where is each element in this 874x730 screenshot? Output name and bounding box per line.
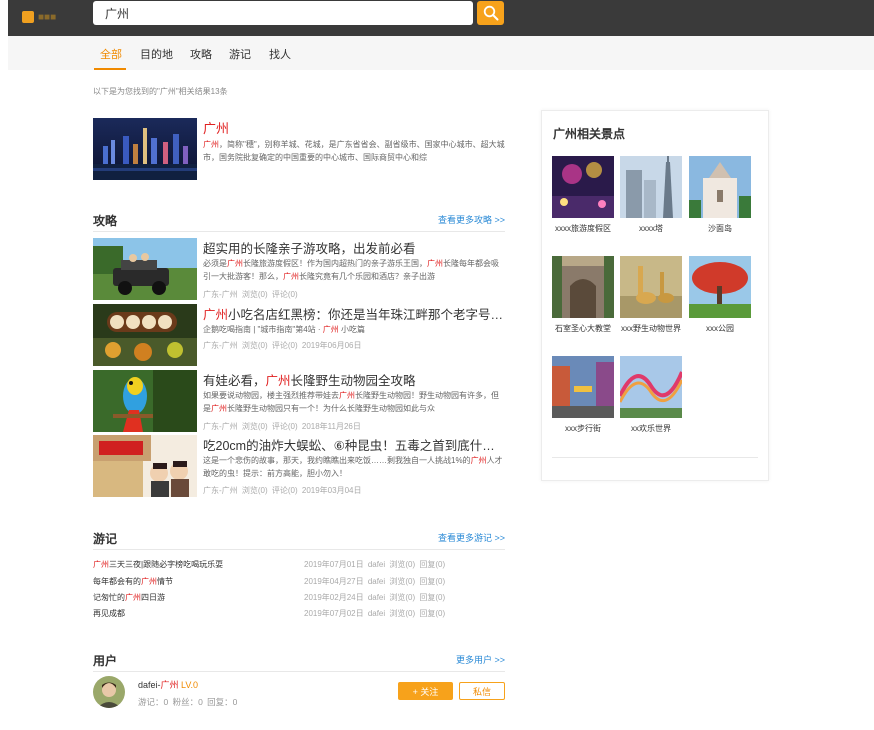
guide-description: 如果要说动物园，楼主强烈推荐带娃去广州长隆野生动物园！野生动物园有许多，但是广州…	[203, 391, 499, 413]
notes-section-title: 游记	[93, 532, 118, 546]
spot-card[interactable]: 石室圣心大教堂	[552, 256, 614, 335]
notes-section-header: 游记 查看更多游记 >>	[93, 528, 505, 550]
result-summary: 以下是为您找到的"广州"相关结果13条	[93, 87, 228, 96]
guide-thumbnail[interactable]	[93, 370, 197, 432]
related-spots-panel: 广州相关景点 xxxx旅游度假区 xxxx塔 沙面岛 石室圣心大教堂 xxx野生…	[541, 110, 769, 481]
spot-name[interactable]: xxx公园	[689, 322, 751, 335]
site-logo[interactable]: ■■■	[22, 10, 72, 24]
guide-thumbnail[interactable]	[93, 238, 197, 300]
spot-name[interactable]: xxxx塔	[620, 222, 682, 235]
spot-name[interactable]: 石室圣心大教堂	[552, 322, 614, 335]
avatar[interactable]	[93, 676, 125, 708]
spot-card[interactable]: xxx步行街	[552, 356, 614, 435]
search-input[interactable]	[93, 1, 473, 25]
guide-item[interactable]: 有娃必看，广州长隆野生动物园全攻略 如果要说动物园，楼主强烈推荐带娃去广州长隆野…	[93, 370, 505, 432]
guide-item[interactable]: 超实用的长隆亲子游攻略，出发前必看 必须是广州长隆旅游度假区！作为国内超热门的亲…	[93, 238, 505, 300]
note-title[interactable]: 广州三天三夜|跟随必字榜吃喝玩乐耍	[93, 559, 223, 570]
guides-section-title: 攻略	[93, 214, 118, 228]
follow-button[interactable]: + 关注	[398, 682, 453, 700]
spot-card[interactable]: xxxx旅游度假区	[552, 156, 614, 235]
guide-item[interactable]: 广州小吃名店红黑榜：你还是当年珠江畔那个老字号吗？ 企鹅吃喝指南 | "城市指南…	[93, 304, 505, 366]
related-spots-title: 广州相关景点	[553, 127, 626, 141]
note-row[interactable]: 每年都会有的广州情节 2019年04月27日 dafei 浏览(0) 回复(0)	[93, 576, 505, 589]
logo-icon	[22, 11, 34, 23]
guide-description: 这是一个悲伤的故事，那天，我约瞧瞧出来吃饭……剩我独自一人挑战1%的广州人才敢吃…	[203, 456, 503, 478]
note-title[interactable]: 再见成都	[93, 608, 125, 619]
guide-meta: 广东-广州 浏览(0) 评论(0) 2019年06月06日	[203, 341, 362, 350]
tab-all[interactable]: 全部	[100, 46, 122, 62]
note-meta: 2019年07月01日 dafei 浏览(0) 回复(0)	[304, 560, 446, 569]
tab-users[interactable]: 找人	[269, 46, 291, 62]
search-icon	[483, 5, 498, 21]
guide-title[interactable]: 吃20cm的油炸大蜈蚣、⑥种昆虫！五毒之首到底什么味道？	[203, 435, 505, 454]
guide-title[interactable]: 广州小吃名店红黑榜：你还是当年珠江畔那个老字号吗？	[203, 304, 505, 323]
keyword-highlight: 广州	[203, 140, 219, 149]
note-row[interactable]: 再见成都 2019年07月02日 dafei 浏览(0) 回复(0)	[93, 608, 505, 621]
spot-image[interactable]	[552, 256, 614, 318]
user-card: dafei-广州 LV.0 游记：0 粉丝：0 回复：0 + 关注 私信	[93, 676, 505, 710]
spot-card[interactable]: xxx公园	[689, 256, 751, 335]
city-image[interactable]	[93, 118, 197, 180]
guide-item[interactable]: 吃20cm的油炸大蜈蚣、⑥种昆虫！五毒之首到底什么味道？ 这是一个悲伤的故事，那…	[93, 435, 505, 497]
guide-thumbnail[interactable]	[93, 304, 197, 366]
city-description-text: ，简称"穗"，别称羊城、花城，是广东省省会、副省级市、国家中心城市、超大城市，国…	[203, 140, 505, 162]
guide-title[interactable]: 超实用的长隆亲子游攻略，出发前必看	[203, 238, 505, 257]
more-notes-link[interactable]: 查看更多游记 >>	[438, 531, 505, 544]
tab-guides[interactable]: 攻略	[190, 46, 212, 62]
more-guides-link[interactable]: 查看更多攻略 >>	[438, 213, 505, 226]
spot-name[interactable]: xxx步行街	[552, 422, 614, 435]
spot-card[interactable]: 沙面岛	[689, 156, 751, 235]
note-title[interactable]: 每年都会有的广州情节	[93, 576, 173, 587]
spot-image[interactable]	[552, 156, 614, 218]
note-row[interactable]: 广州三天三夜|跟随必字榜吃喝玩乐耍 2019年07月01日 dafei 浏览(0…	[93, 559, 505, 572]
spot-image[interactable]	[689, 256, 751, 318]
user-name[interactable]: dafei-广州 LV.0	[138, 678, 198, 691]
city-description: 广州，简称"穗"，别称羊城、花城，是广东省省会、副省级市、国家中心城市、超大城市…	[203, 138, 505, 164]
guides-section-header: 攻略 查看更多攻略 >>	[93, 210, 505, 232]
more-users-link[interactable]: 更多用户 >>	[456, 653, 505, 666]
spot-image[interactable]	[620, 156, 682, 218]
spot-card[interactable]: xx欢乐世界	[620, 356, 682, 435]
users-section-header: 用户 更多用户 >>	[93, 650, 505, 672]
top-bar: ■■■	[8, 0, 874, 36]
user-level: LV.0	[178, 680, 199, 690]
note-meta: 2019年07月02日 dafei 浏览(0) 回复(0)	[304, 609, 446, 618]
guide-thumbnail[interactable]	[93, 435, 197, 497]
spot-name[interactable]: xxxx旅游度假区	[552, 222, 614, 235]
spot-image[interactable]	[552, 356, 614, 418]
search-button[interactable]	[477, 1, 504, 25]
spot-image[interactable]	[620, 256, 682, 318]
panel-divider	[552, 457, 758, 458]
active-tab-indicator	[94, 68, 126, 70]
guide-meta: 广东-广州 浏览(0) 评论(0) 2018年11月26日	[203, 422, 361, 431]
spot-image[interactable]	[620, 356, 682, 418]
note-title[interactable]: 记匆忙的广州四日游	[93, 592, 165, 603]
city-title[interactable]: 广州	[203, 118, 229, 137]
users-section-title: 用户	[93, 654, 118, 668]
guide-meta: 广东-广州 浏览(0) 评论(0) 2019年03月04日	[203, 486, 362, 495]
category-tabs: 全部 目的地 攻略 游记 找人	[8, 36, 874, 70]
tab-destination[interactable]: 目的地	[140, 46, 173, 62]
spot-image[interactable]	[689, 156, 751, 218]
guide-description: 必须是广州长隆旅游度假区！作为国内超热门的亲子游乐王国，广州长隆每年都会吸引一大…	[203, 259, 499, 281]
user-stats: 游记：0 粉丝：0 回复：0	[138, 697, 238, 707]
message-button[interactable]: 私信	[459, 682, 505, 700]
spot-name[interactable]: xx欢乐世界	[620, 422, 682, 435]
city-result[interactable]: 广州 广州，简称"穗"，别称羊城、花城，是广东省省会、副省级市、国家中心城市、超…	[93, 118, 505, 180]
guide-meta: 广东-广州 浏览(0) 评论(0)	[203, 290, 298, 299]
guide-title[interactable]: 有娃必看，广州长隆野生动物园全攻略	[203, 370, 505, 389]
guide-description: 企鹅吃喝指南 | "城市指南"第4站 · 广州 小吃篇	[203, 325, 365, 334]
spot-card[interactable]: xxx野生动物世界	[620, 256, 682, 335]
spot-name[interactable]: 沙面岛	[689, 222, 751, 235]
note-meta: 2019年02月24日 dafei 浏览(0) 回复(0)	[304, 593, 446, 602]
note-meta: 2019年04月27日 dafei 浏览(0) 回复(0)	[304, 577, 446, 586]
spot-card[interactable]: xxxx塔	[620, 156, 682, 235]
spot-name[interactable]: xxx野生动物世界	[620, 322, 682, 335]
logo-text: ■■■	[38, 11, 57, 23]
tab-notes[interactable]: 游记	[229, 46, 251, 62]
note-row[interactable]: 记匆忙的广州四日游 2019年02月24日 dafei 浏览(0) 回复(0)	[93, 592, 505, 605]
